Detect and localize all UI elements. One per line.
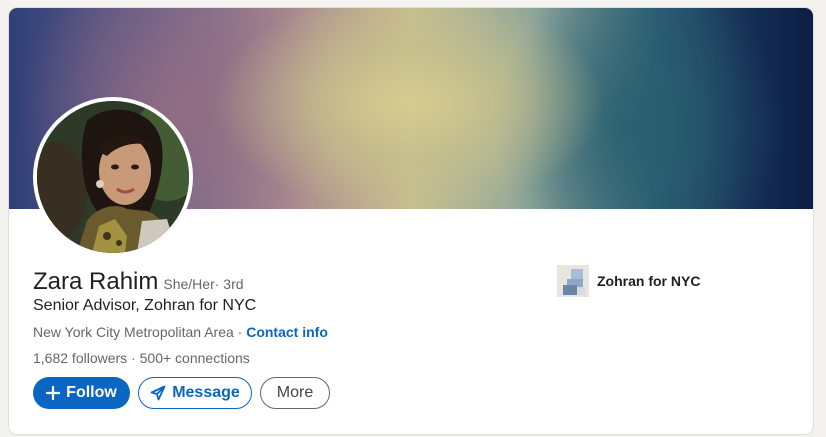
follow-button[interactable]: Follow	[33, 377, 130, 409]
send-icon	[150, 385, 166, 401]
current-company[interactable]: Zohran for NYC	[557, 265, 700, 297]
message-button[interactable]: Message	[138, 377, 252, 409]
stats-separator: ·	[127, 350, 140, 366]
more-button[interactable]: More	[260, 377, 330, 409]
profile-pronouns: She/Her	[163, 276, 215, 292]
message-label: Message	[172, 384, 240, 401]
profile-name: Zara Rahim	[33, 268, 159, 295]
stats-row: 1,682 followers · 500+ connections	[33, 350, 250, 366]
connection-degree: · 3rd	[214, 276, 244, 292]
followers-count: 1,682 followers	[33, 350, 128, 366]
profile-actions: Follow Message More	[33, 377, 330, 409]
location-separator: ·	[233, 324, 247, 340]
more-label: More	[276, 384, 314, 401]
company-name: Zohran for NYC	[597, 273, 701, 289]
avatar-photo	[37, 101, 189, 253]
location-row: New York City Metropolitan Area · Contac…	[33, 324, 328, 340]
connections-count[interactable]: 500+ connections	[140, 350, 250, 366]
name-row: Zara Rahim She/Her · 3rd	[33, 268, 244, 296]
plus-icon	[46, 386, 61, 400]
contact-info-link[interactable]: Contact info	[246, 324, 328, 340]
follow-label: Follow	[66, 384, 117, 401]
profile-headline: Senior Advisor, Zohran for NYC	[33, 297, 257, 314]
company-logo	[557, 265, 589, 297]
profile-location: New York City Metropolitan Area	[33, 324, 234, 340]
profile-avatar[interactable]	[33, 97, 193, 257]
profile-card: Zara Rahim She/Her · 3rd Senior Advisor,…	[9, 8, 813, 434]
